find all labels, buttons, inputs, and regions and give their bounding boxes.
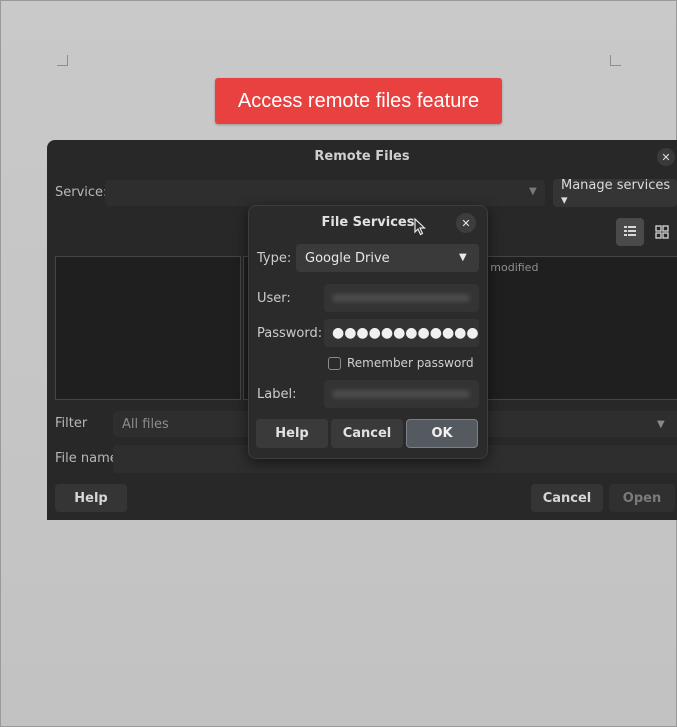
chevron-down-icon[interactable]: ▼ — [459, 252, 467, 263]
redacted-value — [332, 294, 470, 302]
user-label: User: — [257, 291, 291, 306]
cancel-button[interactable]: Cancel — [331, 419, 403, 448]
page-corner-mark — [610, 55, 621, 66]
password-input[interactable]: ●●●●●●●●●●●● — [324, 319, 479, 347]
service-label: Service: — [55, 185, 108, 200]
filter-label: Filter — [55, 416, 88, 431]
column-header-modified[interactable]: e modified — [480, 261, 538, 274]
ok-button[interactable]: OK — [406, 419, 478, 448]
service-combo[interactable] — [105, 180, 545, 206]
close-icon[interactable]: ✕ — [657, 148, 675, 166]
file-services-title: File Services — [321, 214, 415, 230]
user-input[interactable] — [324, 284, 479, 312]
page-corner-mark — [57, 55, 68, 66]
file-name-label: File name — [55, 451, 118, 466]
help-button[interactable]: Help — [256, 419, 328, 448]
grid-view-icon[interactable] — [648, 218, 676, 246]
cancel-button[interactable]: Cancel — [531, 484, 603, 512]
places-pane[interactable] — [55, 256, 241, 400]
file-services-dialog: File Services ✕ Type: Google Drive ▼ Use… — [248, 205, 488, 459]
open-button[interactable]: Open — [609, 484, 675, 512]
password-label: Password: — [257, 326, 323, 341]
password-mask: ●●●●●●●●●●●● — [332, 325, 479, 341]
label-input[interactable] — [324, 380, 479, 408]
feature-banner: Access remote files feature — [215, 78, 502, 124]
type-label: Type: — [257, 251, 292, 266]
checkbox-icon[interactable] — [328, 356, 341, 370]
type-select[interactable]: Google Drive — [296, 244, 479, 272]
list-view-icon[interactable] — [616, 218, 644, 246]
chevron-down-icon[interactable]: ▼ — [529, 186, 537, 197]
redacted-value — [332, 390, 470, 398]
manage-services-button[interactable]: Manage services ▾ — [553, 178, 677, 208]
label-label: Label: — [257, 387, 297, 402]
remember-password-label: Remember password — [347, 356, 474, 370]
remember-password-checkbox[interactable]: Remember password — [328, 356, 474, 370]
remote-files-title: Remote Files — [314, 148, 410, 164]
chevron-down-icon[interactable]: ▼ — [657, 419, 665, 430]
mouse-pointer-icon — [414, 217, 427, 240]
close-icon[interactable]: ✕ — [456, 213, 476, 233]
help-button[interactable]: Help — [55, 484, 127, 512]
